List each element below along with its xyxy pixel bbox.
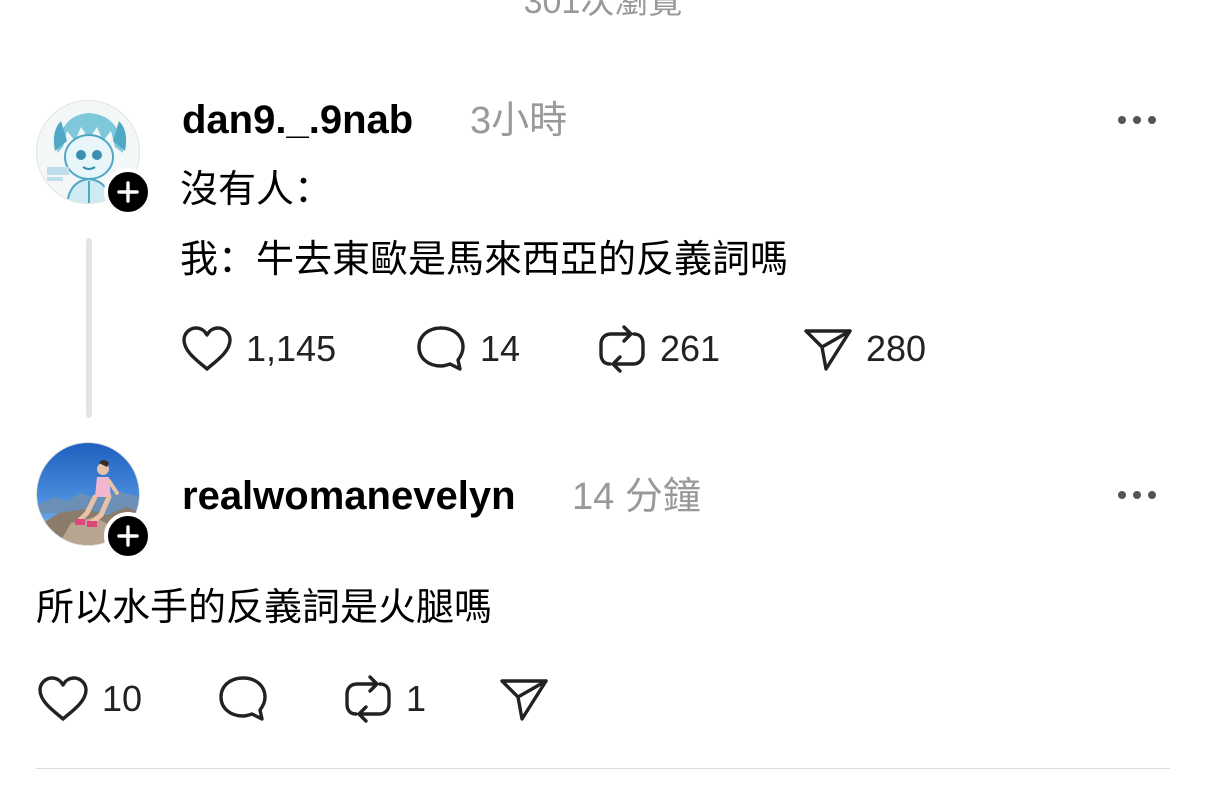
heart-icon xyxy=(38,676,88,721)
like-button[interactable]: 10 xyxy=(36,674,142,724)
post-text-line: 我：牛去東歐是馬來西亞的反義詞嗎 xyxy=(180,239,789,281)
repost-count: 1 xyxy=(406,678,427,719)
share-button[interactable]: 280 xyxy=(802,324,926,374)
views-count: 301次瀏覽 xyxy=(523,0,683,21)
username[interactable]: realwomanevelyn xyxy=(182,472,516,520)
send-icon xyxy=(804,329,852,371)
plus-icon xyxy=(117,525,139,547)
comment-button[interactable] xyxy=(216,674,282,724)
plus-icon xyxy=(117,181,139,203)
comment-count: 14 xyxy=(480,328,521,369)
username[interactable]: dan9._.9nab xyxy=(182,96,413,144)
share-count: 280 xyxy=(866,328,927,369)
divider xyxy=(36,768,1170,769)
send-icon xyxy=(500,679,548,721)
like-count: 1,145 xyxy=(246,328,337,369)
share-button[interactable] xyxy=(498,674,562,724)
thread-line xyxy=(86,238,92,418)
repost-icon xyxy=(599,325,645,373)
post-text-line: 沒有人： xyxy=(180,169,333,211)
post-text-line: 所以水手的反義詞是火腿嗎 xyxy=(36,587,493,629)
more-options-icon[interactable] xyxy=(1116,485,1160,505)
more-options-icon[interactable] xyxy=(1116,110,1160,130)
repost-icon xyxy=(345,675,391,723)
comment-icon xyxy=(219,676,267,721)
repost-button[interactable]: 261 xyxy=(596,324,720,374)
heart-icon xyxy=(182,326,232,371)
like-button[interactable]: 1,145 xyxy=(180,324,336,374)
follow-button[interactable] xyxy=(104,168,152,216)
post-time: 14 分鐘 xyxy=(572,476,701,518)
like-count: 10 xyxy=(102,678,143,719)
comment-icon xyxy=(417,326,465,371)
repost-count: 261 xyxy=(660,328,721,369)
post-time: 3小時 xyxy=(470,100,568,142)
repost-button[interactable]: 1 xyxy=(342,674,426,724)
follow-button[interactable] xyxy=(104,512,152,560)
comment-button[interactable]: 14 xyxy=(414,324,520,374)
